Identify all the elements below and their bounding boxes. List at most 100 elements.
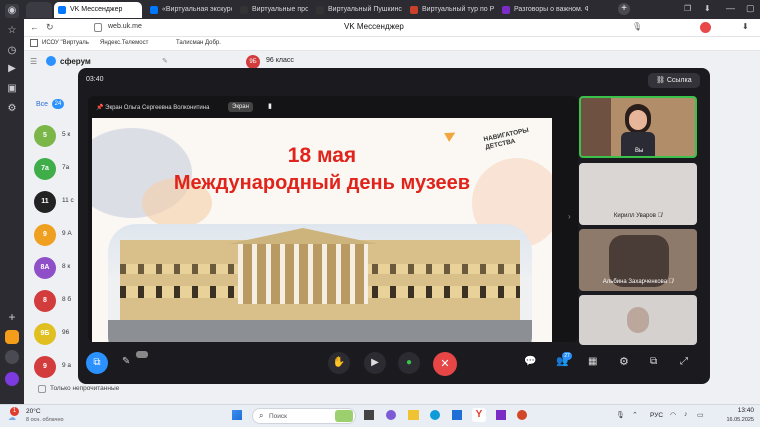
layout-grid-icon[interactable]: ▦ xyxy=(588,356,597,367)
raise-hand-button[interactable]: ✋ xyxy=(328,352,350,374)
reload-icon[interactable]: ↻ xyxy=(46,22,54,33)
battery-icon[interactable]: ▭ xyxy=(697,411,704,419)
participant-name-text: Кирилл Уваров xyxy=(613,213,656,219)
chat-list-item[interactable]: 8 8 б xyxy=(32,288,76,316)
unread-only-checkbox[interactable] xyxy=(38,385,46,393)
file-explorer-icon[interactable] xyxy=(408,410,419,420)
chat-header-avatar: 9Б xyxy=(246,55,260,69)
language-indicator[interactable]: РУС xyxy=(650,412,663,419)
new-tab-button[interactable]: + xyxy=(618,3,630,15)
settings-icon[interactable]: ⚙ xyxy=(619,355,629,368)
tab-strip: VK Мессенджер «Виртуальная экскурс Виртуал… xyxy=(24,0,760,19)
browser-tab[interactable]: Виртуальный тур по Ру xyxy=(406,2,494,18)
microphone-icon[interactable]: 🎙 xyxy=(632,22,642,31)
chat-name: 7а xyxy=(62,164,70,171)
screen-owner-text: Экран Ольга Сергеевна Волконитина xyxy=(105,105,210,111)
teams-icon[interactable] xyxy=(386,410,396,420)
tab-group-button[interactable] xyxy=(26,2,52,18)
weather-icon[interactable]: ☁ xyxy=(8,413,16,422)
downloads-icon[interactable]: ⬇ xyxy=(704,4,711,13)
window-collections-icon[interactable]: ❐ xyxy=(684,4,691,13)
wifi-icon[interactable]: ◠ xyxy=(670,411,676,419)
clock-time[interactable]: 13:40 xyxy=(714,407,754,414)
browser-logo-icon[interactable]: ◉ xyxy=(5,4,19,18)
bookmark-3[interactable]: Талисман Добр. xyxy=(176,40,221,46)
powerpoint-icon[interactable] xyxy=(517,410,527,420)
browser-tab[interactable]: Разговоры о важном. Ф xyxy=(498,2,588,18)
chat-avatar: 5 xyxy=(34,125,56,147)
bookmarks-bar: ИСОУ "Виртуаль Яндекс.Телемост Талисман … xyxy=(24,37,760,51)
task-view-icon[interactable] xyxy=(364,410,374,420)
unread-only-label: Только непрочитанные xyxy=(50,385,120,392)
tab-favicon-icon xyxy=(150,6,158,14)
bookmark-1[interactable]: ИСОУ "Виртуаль xyxy=(42,40,89,46)
chat-list-item[interactable]: 9 9 А xyxy=(32,222,76,250)
settings-icon[interactable]: ⚙ xyxy=(5,102,19,116)
mic-tray-icon[interactable]: 🎙 xyxy=(616,411,625,419)
chat-icon[interactable]: 💬 xyxy=(524,356,536,367)
browser-tab[interactable]: VK Мессенджер xyxy=(54,2,142,18)
link-button[interactable]: ⛓ Ссылка xyxy=(648,73,700,88)
chat-name: 9 А xyxy=(62,230,72,237)
tab-label: Виртуальный Пушкинс xyxy=(328,6,402,13)
browser-tab[interactable]: Виртуальный Пушкинс xyxy=(312,2,402,18)
menu-icon[interactable]: ☰ xyxy=(30,57,37,66)
history-icon[interactable]: ◷ xyxy=(5,44,19,58)
microphone-button[interactable]: ● xyxy=(398,352,420,374)
camera-button[interactable]: ▶ xyxy=(364,352,386,374)
bookmark-folder-icon[interactable] xyxy=(30,39,38,47)
tab-label: Виртуальные прогулки xyxy=(252,6,308,13)
collections-icon[interactable]: ▣ xyxy=(5,82,19,96)
participant-tile[interactable]: Вы xyxy=(579,96,697,158)
participant-face xyxy=(629,110,647,130)
chat-list-item[interactable]: 5 5 к xyxy=(32,123,76,151)
chat-list-item[interactable]: 7а 7а xyxy=(32,156,76,184)
screen-share-button[interactable]: ⧉ xyxy=(86,352,108,374)
app-icon[interactable] xyxy=(496,410,506,420)
minimize-button[interactable]: — xyxy=(726,3,735,13)
taskbar-search[interactable]: ⌕ Поиск xyxy=(252,408,356,424)
media-play-icon[interactable]: ▶ xyxy=(5,62,19,76)
chat-list-item[interactable]: 11 11 с xyxy=(32,189,76,217)
download-icon[interactable]: ⬇ xyxy=(742,22,749,31)
account-avatar[interactable] xyxy=(700,22,711,33)
bookmark-2[interactable]: Яндекс.Телемост xyxy=(100,40,148,46)
slide-title: Международный день музеев xyxy=(173,172,471,194)
browser-sidebar: ◉ ☆ ◷ ▶ ▣ ⚙ + xyxy=(0,0,24,404)
yandex-browser-icon[interactable]: Y xyxy=(472,408,486,422)
chevron-right-icon[interactable]: › xyxy=(568,212,571,221)
filter-count-badge: 24 xyxy=(52,99,64,109)
clock-date[interactable]: 16.05.2025 xyxy=(714,417,754,423)
chat-list-item[interactable]: 8А 8 к xyxy=(32,255,76,283)
participant-tile[interactable]: Кирилл Уваров 🎙̸ xyxy=(579,163,697,225)
vk-app-icon[interactable] xyxy=(5,350,19,364)
tray-overflow-icon[interactable]: ⌃ xyxy=(632,411,638,419)
filter-all-tab[interactable]: Все xyxy=(36,101,48,108)
back-icon[interactable]: ← xyxy=(30,22,39,32)
app-name: сферум xyxy=(60,57,91,66)
start-icon[interactable] xyxy=(232,410,242,420)
participant-tile[interactable]: Альбина Захарченкова 🎙̸ xyxy=(579,229,697,291)
browser-tab[interactable]: «Виртуальная экскурс xyxy=(146,2,232,18)
store-icon[interactable] xyxy=(452,410,462,420)
volume-icon[interactable]: ♪ xyxy=(684,411,688,418)
messenger-app-icon[interactable] xyxy=(5,330,19,344)
picture-in-picture-icon[interactable]: ⧉ xyxy=(650,356,657,367)
whiteboard-icon[interactable]: ✎ xyxy=(122,356,130,367)
add-panel-icon[interactable]: + xyxy=(5,310,19,324)
maximize-button[interactable]: ▢ xyxy=(746,3,755,14)
chat-list-item[interactable]: 9Б 96 xyxy=(32,321,76,349)
url-text[interactable]: web.uk.me xyxy=(108,23,142,30)
edge-icon[interactable] xyxy=(430,410,440,420)
hang-up-button[interactable]: ✕ xyxy=(433,352,457,376)
slide-date: 18 мая xyxy=(287,144,357,167)
participant-tile[interactable] xyxy=(579,295,697,345)
alice-icon[interactable] xyxy=(5,372,19,386)
participant-name: Кирилл Уваров 🎙̸ xyxy=(579,213,697,219)
compose-icon[interactable]: ✎ xyxy=(162,57,168,65)
camera-small-icon: ▮ xyxy=(268,103,272,110)
fullscreen-icon[interactable]: ⤢ xyxy=(680,356,688,367)
browser-tab[interactable]: Виртуальные прогулки xyxy=(236,2,308,18)
chat-list-item[interactable]: 9 9 а xyxy=(32,354,76,382)
bookmarks-icon[interactable]: ☆ xyxy=(5,24,19,38)
